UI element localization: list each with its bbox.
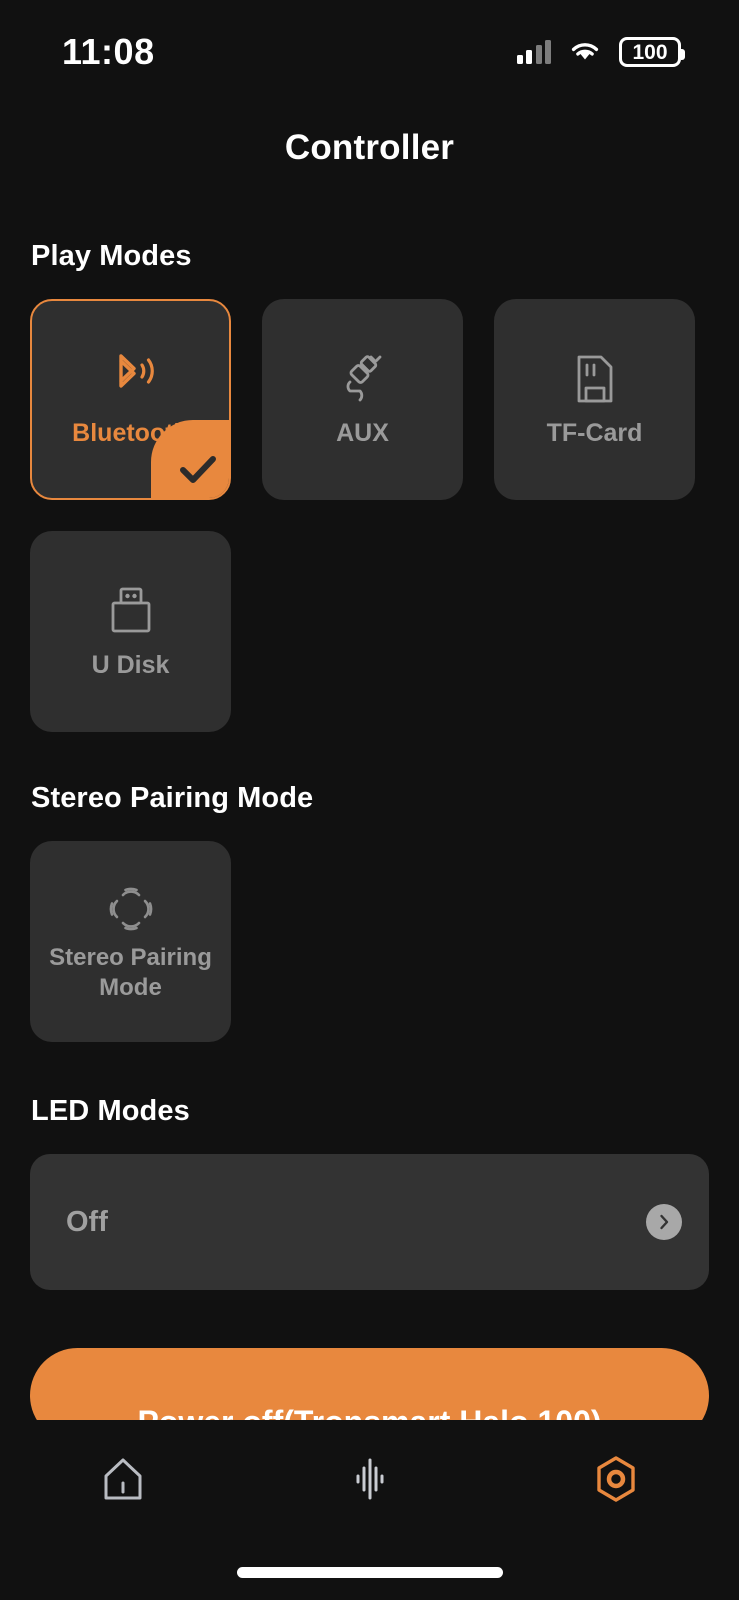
mode-card-label: Stereo Pairing Mode (49, 943, 212, 1001)
sd-card-icon (573, 351, 617, 407)
mode-card-bluetooth[interactable]: Bluetooth (30, 299, 231, 500)
status-bar: 11:08 100 (0, 0, 739, 104)
led-mode-value: Off (66, 1205, 108, 1238)
stereo-waves-icon (105, 881, 157, 937)
led-modes-title: LED Modes (31, 1095, 190, 1127)
aux-cable-icon (338, 351, 388, 407)
cellular-signal-icon (516, 40, 551, 64)
status-indicators: 100 (516, 37, 685, 67)
home-indicator (236, 1567, 503, 1578)
led-mode-row[interactable]: Off (30, 1154, 709, 1290)
app-screen: 11:08 100 Controller Play Modes Bluetoot… (0, 0, 739, 1600)
mode-card-tf-card[interactable]: TF-Card (494, 299, 695, 500)
mode-card-stereo-pairing[interactable]: Stereo Pairing Mode (30, 841, 231, 1042)
mode-card-label: U Disk (91, 650, 170, 679)
play-modes-title: Play Modes (31, 240, 192, 272)
nav-item-controller[interactable] (556, 1442, 676, 1516)
nav-item-home[interactable] (63, 1442, 183, 1516)
stereo-pairing-grid: Stereo Pairing Mode (30, 841, 709, 1042)
mode-card-u-disk[interactable]: U Disk (30, 531, 231, 732)
check-icon (180, 456, 216, 483)
play-modes-grid: Bluetooth AUX TF-Card U Disk (30, 299, 709, 732)
bluetooth-icon (104, 351, 158, 407)
main-content: Play Modes Bluetooth AUX TF-Card U Disk … (0, 240, 739, 1290)
battery-level: 100 (632, 40, 668, 64)
mode-card-label: AUX (336, 418, 389, 447)
home-icon (104, 1458, 142, 1500)
nav-item-equalizer[interactable] (309, 1442, 429, 1516)
usb-drive-icon (107, 583, 155, 639)
wifi-icon (571, 43, 599, 60)
mode-card-label: TF-Card (546, 418, 643, 447)
hexagon-controller-icon (597, 1456, 635, 1502)
battery-icon: 100 (619, 37, 685, 67)
chevron-right-icon[interactable] (646, 1204, 682, 1240)
stereo-pairing-title: Stereo Pairing Mode (31, 782, 314, 814)
bottom-nav (0, 1420, 739, 1600)
selected-check-badge (151, 420, 229, 498)
mode-card-aux[interactable]: AUX (262, 299, 463, 500)
status-time: 11:08 (62, 31, 155, 72)
equalizer-icon (356, 1458, 384, 1500)
page-title: Controller (284, 128, 455, 167)
